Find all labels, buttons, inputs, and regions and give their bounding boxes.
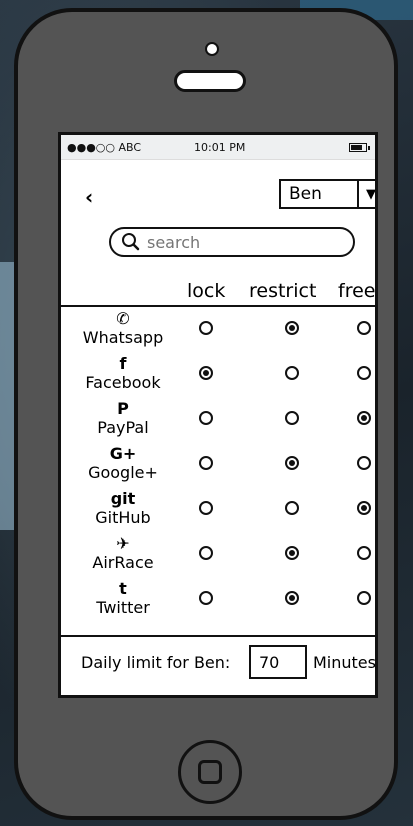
google-plus-icon: G+ [109,444,137,463]
search-box[interactable] [109,227,355,257]
radio-lock[interactable] [199,366,213,380]
app-name: Twitter [96,598,150,617]
radio-free[interactable] [357,591,371,605]
app-info: G+ Google+ [73,444,173,482]
daily-limit-bar: Daily limit for Ben: Minutes [61,643,376,693]
radio-lock[interactable] [199,546,213,560]
twitter-icon: t [119,579,127,598]
radio-free[interactable] [357,411,371,425]
app-info: f Facebook [73,354,173,392]
column-header-lock: lock [187,280,226,302]
phone-screen: ●●●○○ ABC 10:01 PM ‹ Ben ▼ lock restrict… [58,132,378,698]
whatsapp-icon: ✆ [116,309,130,328]
radio-free[interactable] [357,456,371,470]
app-name: Google+ [88,463,158,482]
paypal-icon: P [117,399,129,418]
radio-free[interactable] [357,501,371,515]
radio-free[interactable] [357,366,371,380]
radio-lock[interactable] [199,591,213,605]
app-name: Whatsapp [82,328,164,347]
chevron-down-icon[interactable]: ▼ [357,181,375,207]
search-icon [122,233,140,251]
home-square-icon [198,760,222,784]
app-row: t Twitter [61,579,375,623]
radio-restrict[interactable] [285,546,299,560]
phone-frame: ●●●○○ ABC 10:01 PM ‹ Ben ▼ lock restrict… [14,8,398,820]
app-name: GitHub [95,508,151,527]
app-info: ✈ AirRace [73,534,173,572]
app-info: P PayPal [73,399,173,437]
clock: 10:01 PM [194,141,246,154]
app-row: f Facebook [61,354,375,398]
daily-limit-label: Daily limit for Ben: [81,653,231,672]
home-button[interactable] [178,740,242,804]
app-name: PayPal [97,418,149,437]
daily-limit-unit: Minutes [313,653,376,672]
column-header-free: free [338,280,376,302]
user-select-value: Ben [289,184,322,204]
radio-lock[interactable] [199,411,213,425]
app-row: P PayPal [61,399,375,443]
speaker-icon [174,70,246,92]
radio-free[interactable] [357,546,371,560]
user-select[interactable]: Ben ▼ [279,179,375,209]
app-row: ✆ Whatsapp [61,309,375,353]
search-input[interactable] [145,231,339,253]
app-name: Facebook [85,373,161,392]
app-info: t Twitter [73,579,173,617]
radio-restrict[interactable] [285,456,299,470]
app-name: AirRace [92,553,154,572]
battery-icon [349,143,370,152]
column-header-restrict: restrict [249,280,317,302]
github-icon: git [110,489,136,508]
radio-lock[interactable] [199,501,213,515]
radio-restrict[interactable] [285,501,299,515]
radio-lock[interactable] [199,321,213,335]
radio-restrict[interactable] [285,321,299,335]
app-row: git GitHub [61,489,375,533]
airplane-icon: ✈ [116,534,130,553]
carrier-label: ●●●○○ ABC [67,141,142,154]
app-row: G+ Google+ [61,444,375,488]
radio-free[interactable] [357,321,371,335]
radio-restrict[interactable] [285,366,299,380]
radio-lock[interactable] [199,456,213,470]
footer-divider [61,635,375,637]
daily-limit-input[interactable] [249,645,307,679]
radio-restrict[interactable] [285,591,299,605]
header-divider [61,305,375,307]
back-button[interactable]: ‹ [85,185,93,209]
camera-icon [205,42,219,56]
app-info: ✆ Whatsapp [73,309,173,347]
status-bar: ●●●○○ ABC 10:01 PM [61,135,375,160]
app-info: git GitHub [73,489,173,527]
facebook-icon: f [119,354,127,373]
radio-restrict[interactable] [285,411,299,425]
app-row: ✈ AirRace [61,534,375,578]
